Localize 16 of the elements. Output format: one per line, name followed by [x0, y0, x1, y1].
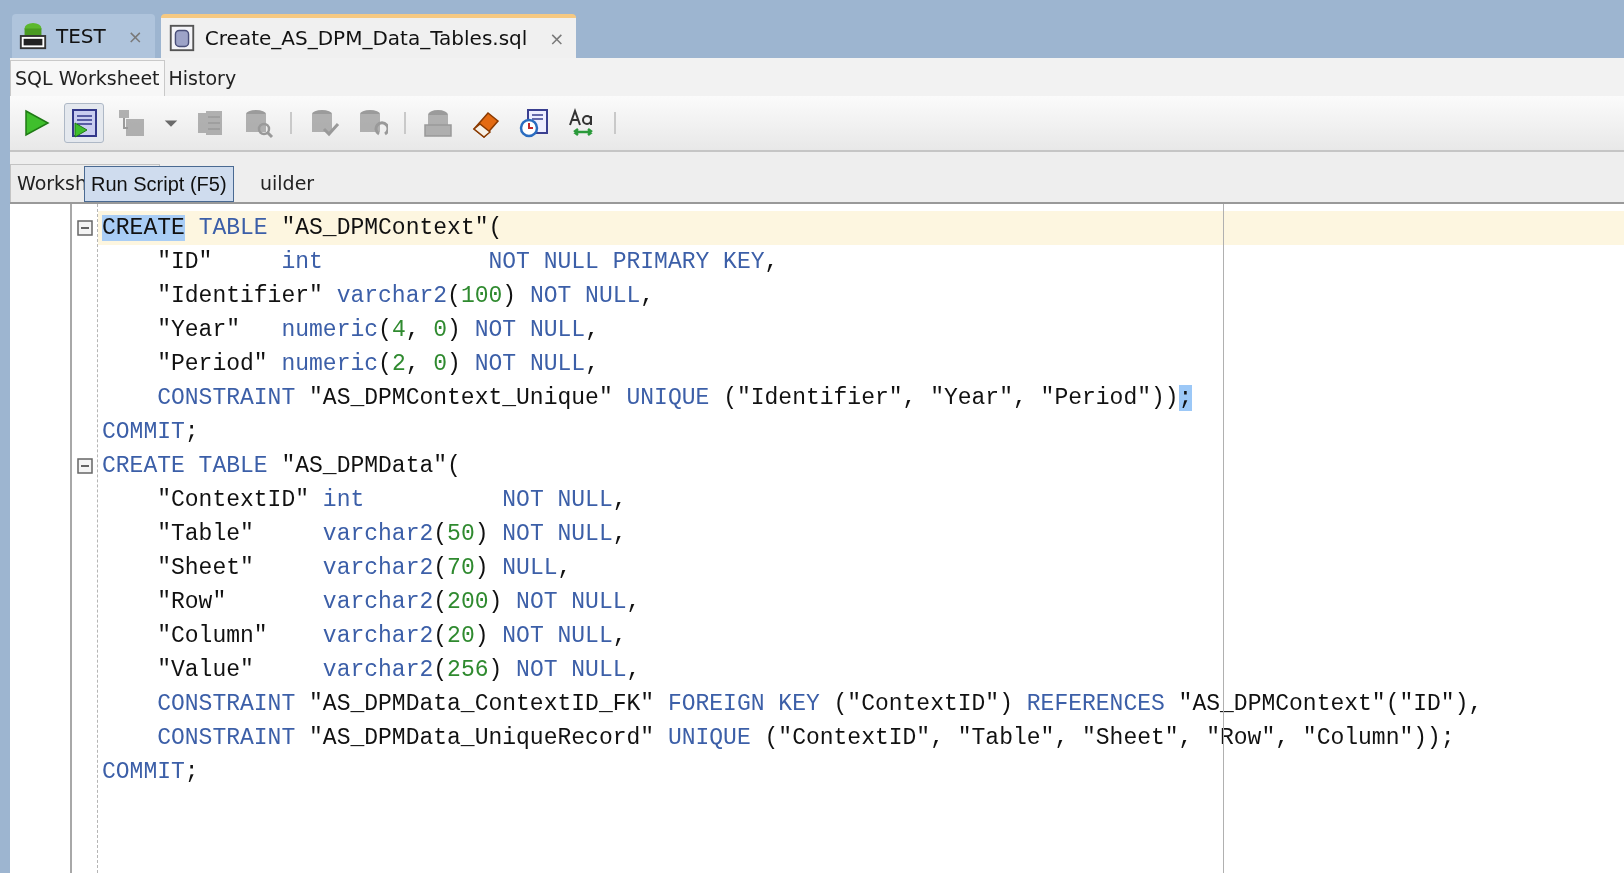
code-line: COMMIT;	[101, 418, 200, 447]
code-line: CONSTRAINT "AS_DPMContext_Unique" UNIQUE ("Identifier", "Year", "Period"));	[156, 384, 1194, 413]
code-line: COMMIT;	[101, 758, 200, 787]
tooltip: Run Script (F5)	[84, 166, 234, 202]
code-line: "ID" int NOT NULL PRIMARY KEY,	[156, 248, 780, 277]
code-line: CONSTRAINT "AS_DPMData_ContextID_FK" FOREIGN KEY ("ContextID") REFERENCES "AS_DPMContext"("ID"),	[156, 690, 1484, 719]
code-line: "Sheet" varchar2(70) NULL,	[156, 554, 573, 583]
code-line: "Identifier" varchar2(100) NOT NULL,	[156, 282, 656, 311]
code-line: "Period" numeric(2, 0) NOT NULL,	[156, 350, 600, 379]
code-line: "Table" varchar2(50) NOT NULL,	[156, 520, 628, 549]
code-line: "Value" varchar2(256) NOT NULL,	[156, 656, 642, 685]
code-line: "Column" varchar2(20) NOT NULL,	[156, 622, 628, 651]
code-line: CREATE TABLE "AS_DPMData"(	[101, 452, 462, 481]
code-line: "Row" varchar2(200) NOT NULL,	[156, 588, 642, 617]
code-line: "Year" numeric(4, 0) NOT NULL,	[156, 316, 600, 345]
code-line: "ContextID" int NOT NULL,	[156, 486, 628, 515]
